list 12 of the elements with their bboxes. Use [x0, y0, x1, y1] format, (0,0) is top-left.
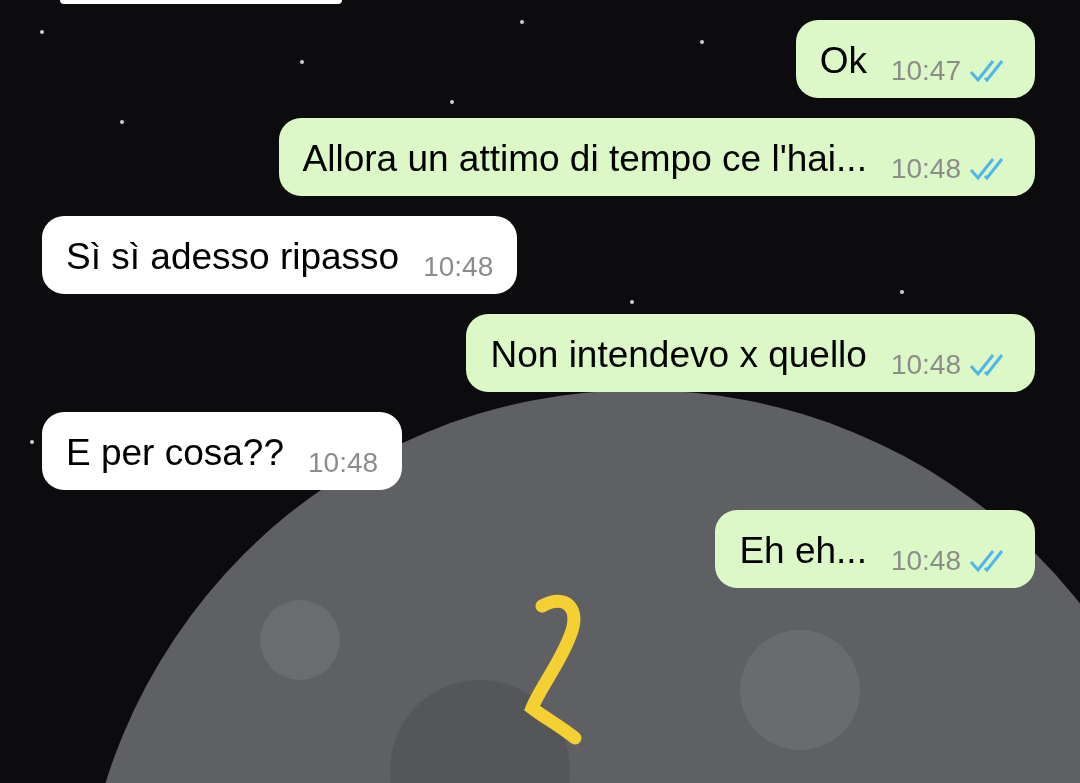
message-time: 10:47: [890, 54, 961, 88]
message-text: Ok: [819, 39, 867, 83]
message-time: 10:48: [890, 348, 961, 382]
message-time: 10:48: [890, 152, 961, 186]
message-text: Non intendevo x quello: [490, 333, 867, 377]
message-text: Sì sì adesso ripasso: [66, 235, 400, 279]
message-time: 10:48: [423, 250, 494, 284]
message-text: Allora un attimo di tempo ce l'hai...: [302, 137, 867, 181]
message-text: Eh eh...: [739, 529, 867, 573]
message-time: 10:48: [308, 446, 379, 480]
message-text: E per cosa??: [66, 431, 285, 475]
message-time: 10:48: [890, 544, 961, 578]
